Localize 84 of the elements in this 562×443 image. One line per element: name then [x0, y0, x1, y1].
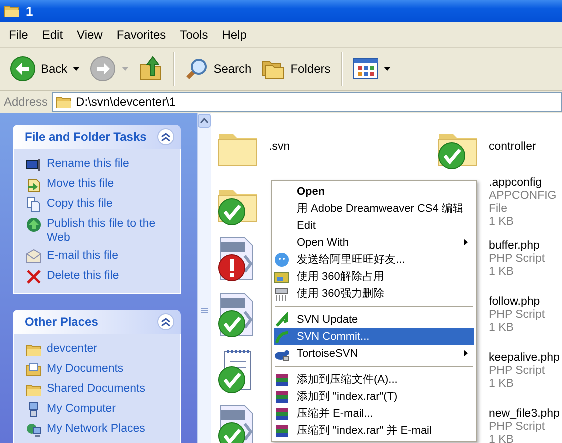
back-button[interactable]: Back: [6, 53, 84, 85]
books-icon: [274, 406, 290, 422]
menu-item[interactable]: 使用 360解除占用: [274, 268, 474, 285]
scroll-grip-icon: [201, 308, 208, 315]
window-title: 1: [26, 4, 34, 18]
caret-icon: [72, 67, 80, 71]
search-button[interactable]: Search: [180, 54, 256, 84]
menu-item[interactable]: Help: [215, 26, 254, 44]
views-icon: [352, 57, 379, 81]
task-link[interactable]: Delete this file: [47, 269, 120, 283]
menu-item[interactable]: 压缩到 "index.rar" 并 E-mail: [274, 422, 474, 439]
collapse-button[interactable]: [157, 128, 175, 146]
menu-item[interactable]: Tools: [173, 26, 216, 44]
menu-item[interactable]: SVN Update: [274, 311, 474, 328]
address-field[interactable]: D:\svn\devcenter\1: [52, 92, 562, 112]
books-icon: [274, 372, 290, 388]
submenu-arrow-icon: [464, 239, 468, 246]
file-detail: PHP Script: [489, 252, 546, 266]
task-link[interactable]: Copy this file: [47, 197, 113, 211]
task-link[interactable]: My Network Places: [47, 422, 146, 436]
menu-item[interactable]: 使用 360强力删除: [274, 285, 474, 302]
delete-icon: [26, 269, 42, 285]
file-name[interactable]: new_file3.php: [489, 408, 560, 420]
menu-item[interactable]: 用 Adobe Dreamweaver CS4 编辑: [274, 200, 474, 217]
file-name[interactable]: buffer.php: [489, 240, 540, 252]
menu-item[interactable]: 发送给阿里旺旺好友...: [274, 251, 474, 268]
submenu-arrow-icon: [464, 350, 468, 357]
file-name[interactable]: keepalive.php: [489, 352, 560, 364]
task-link[interactable]: devcenter: [47, 342, 98, 356]
scroll-up-button[interactable]: [198, 114, 211, 128]
globe-icon: [26, 217, 42, 233]
envelope-icon: [26, 249, 42, 265]
file-name[interactable]: controller: [489, 140, 536, 154]
folders-button[interactable]: Folders: [258, 55, 335, 83]
menu-item[interactable]: Edit: [35, 26, 70, 44]
address-label: Address: [4, 95, 48, 109]
file-detail: APPCONFIG File: [489, 190, 558, 216]
caret-icon: [384, 67, 391, 71]
menu-item[interactable]: 压缩并 E-mail...: [274, 405, 474, 422]
network-icon: [26, 422, 42, 438]
rename-icon: [26, 157, 42, 173]
menu-item[interactable]: 添加到 "index.rar"(T): [274, 388, 474, 405]
chat-bubble-icon: [274, 252, 290, 268]
file-detail: 1 KB: [489, 266, 514, 278]
commit-icon: [274, 328, 290, 344]
panel-header[interactable]: Other Places: [13, 310, 181, 334]
file-detail: 1 KB: [489, 216, 514, 229]
folder-up-arrow-icon: [138, 56, 163, 82]
file-detail: 1 KB: [489, 322, 514, 334]
file-detail: PHP Script: [489, 420, 546, 434]
file-name[interactable]: follow.php: [489, 296, 540, 308]
menu-item[interactable]: Favorites: [110, 26, 174, 44]
task-link[interactable]: Publish this file to the Web: [47, 217, 176, 245]
file-detail: 1 KB: [489, 434, 514, 443]
menu-item[interactable]: View: [70, 26, 110, 44]
task-link[interactable]: My Documents: [47, 362, 124, 376]
task-link[interactable]: Rename this file: [47, 157, 130, 171]
books-icon: [274, 388, 290, 404]
panel-header[interactable]: File and Folder Tasks: [13, 125, 181, 149]
menu-item[interactable]: 添加到压缩文件(A)...: [274, 371, 474, 388]
menu-item[interactable]: Open With: [274, 234, 474, 251]
menu-item[interactable]: TortoiseSVN: [274, 345, 474, 362]
menu-item[interactable]: Edit: [274, 217, 474, 234]
shredder-icon: [274, 286, 290, 302]
documents-folder-icon: [26, 362, 42, 378]
task-link[interactable]: E-mail this file: [47, 249, 119, 263]
collapse-button[interactable]: [157, 313, 175, 331]
file-name[interactable]: .svn: [269, 140, 290, 154]
task-link[interactable]: Shared Documents: [47, 382, 146, 396]
copy-icon: [26, 197, 42, 213]
menu-item[interactable]: SVN Commit...: [274, 328, 474, 345]
file-detail: 1 KB: [489, 378, 514, 390]
books-icon: [274, 422, 290, 438]
file-detail: PHP Script: [489, 308, 546, 322]
menu-item[interactable]: File: [2, 26, 36, 44]
task-link[interactable]: My Computer: [47, 402, 116, 416]
scrollbar[interactable]: [197, 113, 211, 443]
file-detail: PHP Script: [489, 364, 546, 378]
move-icon: [26, 177, 42, 193]
menu-item[interactable]: Open: [274, 183, 474, 200]
file-name[interactable]: .appconfig: [489, 177, 542, 190]
caret-icon: [122, 67, 129, 71]
search-icon: [184, 57, 209, 81]
task-link[interactable]: Move this file: [47, 177, 114, 191]
